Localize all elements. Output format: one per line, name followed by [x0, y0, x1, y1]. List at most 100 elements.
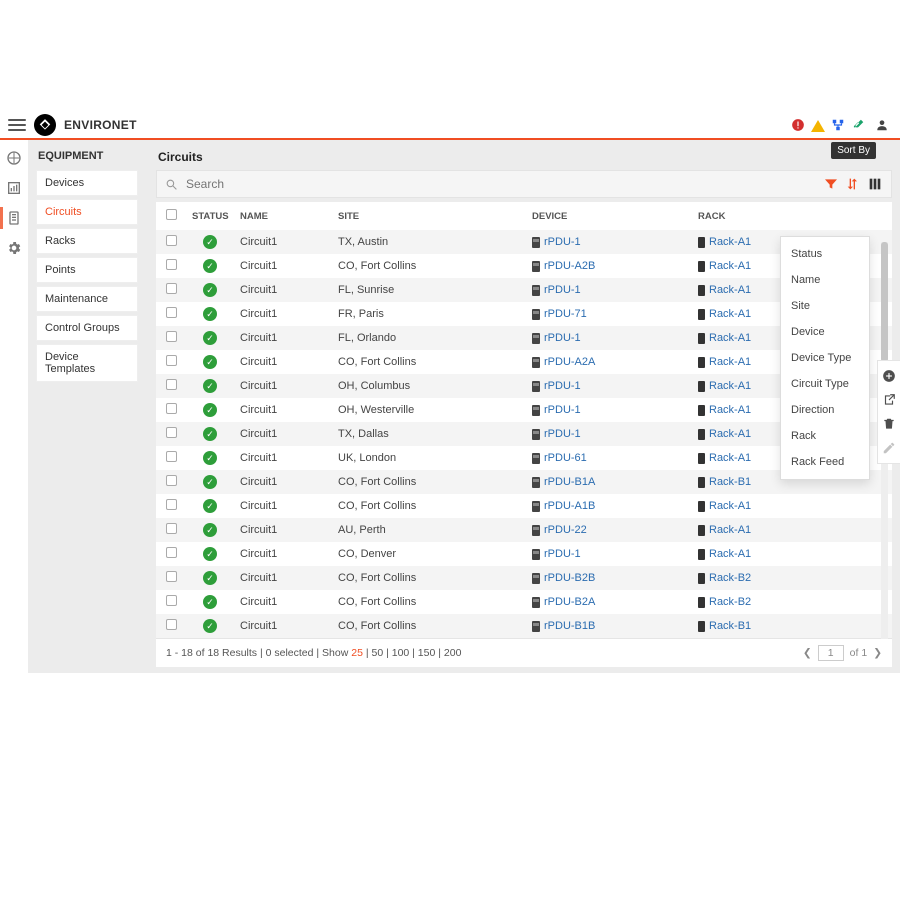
row-checkbox[interactable]: [156, 422, 186, 446]
sidebar-title: EQUIPMENT: [38, 150, 138, 162]
status-ok-icon: [203, 595, 217, 609]
row-checkbox[interactable]: [156, 350, 186, 374]
row-device[interactable]: rPDU-B2A: [526, 590, 692, 614]
status-ok-icon: [203, 427, 217, 441]
col-site[interactable]: SITE: [332, 202, 526, 230]
device-icon: [532, 405, 540, 416]
sidebar-item-maintenance[interactable]: Maintenance: [36, 286, 138, 312]
nav-equipment-icon[interactable]: [6, 210, 22, 226]
row-checkbox[interactable]: [156, 302, 186, 326]
add-icon[interactable]: [882, 369, 896, 383]
row-checkbox[interactable]: [156, 230, 186, 254]
sort-option-status[interactable]: Status: [781, 241, 869, 267]
sort-option-name[interactable]: Name: [781, 267, 869, 293]
row-rack[interactable]: Rack-A1: [692, 494, 892, 518]
col-name[interactable]: NAME: [234, 202, 332, 230]
sidebar-item-devices[interactable]: Devices: [36, 170, 138, 196]
edit-icon[interactable]: [882, 441, 896, 455]
row-checkbox[interactable]: [156, 542, 186, 566]
nav-reports-icon[interactable]: [6, 180, 22, 196]
search-icon: [165, 178, 178, 191]
row-checkbox[interactable]: [156, 614, 186, 638]
col-rack[interactable]: RACK: [692, 202, 892, 230]
row-checkbox[interactable]: [156, 566, 186, 590]
row-device[interactable]: rPDU-22: [526, 518, 692, 542]
row-device[interactable]: rPDU-1: [526, 422, 692, 446]
nav-settings-icon[interactable]: [6, 240, 22, 256]
sort-option-rack[interactable]: Rack: [781, 423, 869, 449]
sort-option-site[interactable]: Site: [781, 293, 869, 319]
row-rack[interactable]: Rack-B2: [692, 590, 892, 614]
row-device[interactable]: rPDU-61: [526, 446, 692, 470]
sidebar-item-racks[interactable]: Racks: [36, 228, 138, 254]
filter-icon[interactable]: [823, 176, 839, 192]
alert-warning-icon[interactable]: [810, 117, 826, 133]
row-name: Circuit1: [234, 542, 332, 566]
row-name: Circuit1: [234, 254, 332, 278]
sidebar-item-control-groups[interactable]: Control Groups: [36, 315, 138, 341]
row-rack[interactable]: Rack-A1: [692, 542, 892, 566]
nav-dashboard-icon[interactable]: [6, 150, 22, 166]
row-device[interactable]: rPDU-A1B: [526, 494, 692, 518]
row-checkbox[interactable]: [156, 590, 186, 614]
table-row[interactable]: Circuit1CO, DenverrPDU-1Rack-A1: [156, 542, 892, 566]
row-rack[interactable]: Rack-A1: [692, 518, 892, 542]
sidebar-item-circuits[interactable]: Circuits: [36, 199, 138, 225]
pager-prev-icon[interactable]: ❮: [803, 647, 812, 659]
col-checkbox[interactable]: [156, 202, 186, 230]
row-checkbox[interactable]: [156, 374, 186, 398]
row-site: AU, Perth: [332, 518, 526, 542]
alert-critical-icon[interactable]: [790, 117, 806, 133]
network-icon[interactable]: [830, 117, 846, 133]
columns-icon[interactable]: [867, 176, 883, 192]
sort-icon[interactable]: [845, 176, 861, 192]
export-icon[interactable]: [882, 393, 896, 407]
row-device[interactable]: rPDU-1: [526, 230, 692, 254]
row-checkbox[interactable]: [156, 446, 186, 470]
col-status[interactable]: STATUS: [186, 202, 234, 230]
sidebar-item-points[interactable]: Points: [36, 257, 138, 283]
row-checkbox[interactable]: [156, 518, 186, 542]
row-device[interactable]: rPDU-71: [526, 302, 692, 326]
row-device[interactable]: rPDU-1: [526, 374, 692, 398]
menu-toggle-icon[interactable]: [8, 118, 26, 132]
row-checkbox[interactable]: [156, 494, 186, 518]
row-rack[interactable]: Rack-B1: [692, 614, 892, 638]
table-row[interactable]: Circuit1CO, Fort CollinsrPDU-B1BRack-B1: [156, 614, 892, 638]
sidebar-item-device-templates[interactable]: Device Templates: [36, 344, 138, 382]
table-row[interactable]: Circuit1AU, PerthrPDU-22Rack-A1: [156, 518, 892, 542]
sort-option-circuit-type[interactable]: Circuit Type: [781, 371, 869, 397]
row-rack[interactable]: Rack-B2: [692, 566, 892, 590]
row-device[interactable]: rPDU-B1A: [526, 470, 692, 494]
row-device[interactable]: rPDU-A2A: [526, 350, 692, 374]
row-checkbox[interactable]: [156, 398, 186, 422]
row-device[interactable]: rPDU-1: [526, 542, 692, 566]
row-name: Circuit1: [234, 590, 332, 614]
row-device[interactable]: rPDU-1: [526, 278, 692, 302]
row-checkbox[interactable]: [156, 278, 186, 302]
tools-icon[interactable]: [850, 117, 866, 133]
table-row[interactable]: Circuit1CO, Fort CollinsrPDU-B2ARack-B2: [156, 590, 892, 614]
sort-option-rack-feed[interactable]: Rack Feed: [781, 449, 869, 475]
sort-option-device[interactable]: Device: [781, 319, 869, 345]
sort-option-direction[interactable]: Direction: [781, 397, 869, 423]
pager-current[interactable]: 1: [818, 645, 844, 661]
user-account-icon[interactable]: [874, 117, 890, 133]
row-checkbox[interactable]: [156, 254, 186, 278]
row-device[interactable]: rPDU-1: [526, 398, 692, 422]
col-device[interactable]: DEVICE: [526, 202, 692, 230]
row-checkbox[interactable]: [156, 326, 186, 350]
table-row[interactable]: Circuit1CO, Fort CollinsrPDU-B2BRack-B2: [156, 566, 892, 590]
row-device[interactable]: rPDU-B2B: [526, 566, 692, 590]
row-device[interactable]: rPDU-1: [526, 326, 692, 350]
main-panel: Sort By Circuits: [144, 140, 900, 673]
table-row[interactable]: Circuit1CO, Fort CollinsrPDU-A1BRack-A1: [156, 494, 892, 518]
sort-option-device-type[interactable]: Device Type: [781, 345, 869, 371]
delete-icon[interactable]: [882, 417, 896, 431]
row-device[interactable]: rPDU-B1B: [526, 614, 692, 638]
pager-next-icon[interactable]: ❯: [873, 647, 882, 659]
row-device[interactable]: rPDU-A2B: [526, 254, 692, 278]
search-input[interactable]: [184, 176, 817, 192]
row-checkbox[interactable]: [156, 470, 186, 494]
rack-icon: [698, 477, 705, 488]
